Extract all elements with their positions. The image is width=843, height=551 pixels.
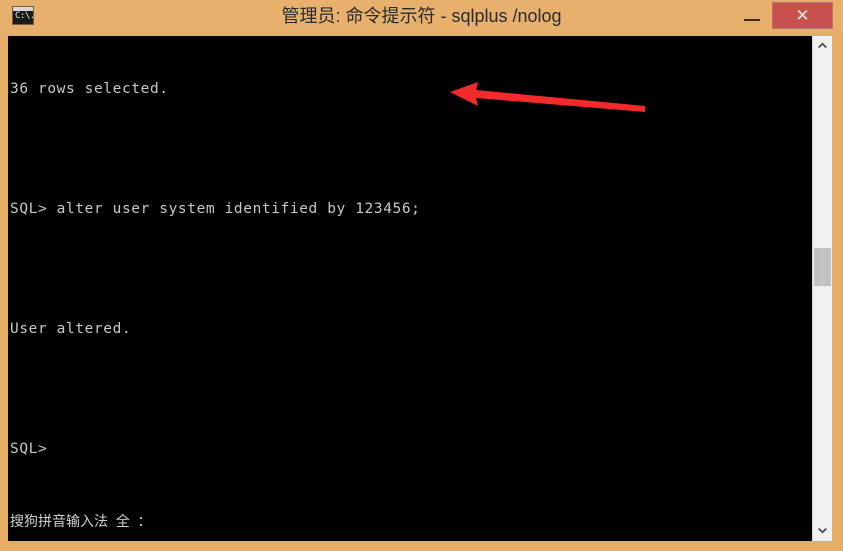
vertical-scrollbar[interactable] (812, 36, 832, 541)
red-pointer-arrow (450, 82, 645, 112)
terminal-text: 36 rows selected. SQL> alter user system… (10, 39, 421, 499)
scroll-down-chevron-icon[interactable] (813, 522, 832, 541)
terminal-line-prompt: SQL> (10, 441, 48, 457)
terminal-line-command: SQL> alter user system identified by 123… (10, 201, 421, 217)
icon-prompt-text: C:\. (15, 11, 34, 21)
minimize-icon (744, 19, 760, 21)
window-title: 管理员: 命令提示符 - sqlplus /nolog (281, 6, 562, 26)
scroll-up-chevron-icon[interactable] (813, 36, 832, 55)
close-button[interactable]: ✕ (772, 2, 833, 29)
terminal-output-area[interactable]: 36 rows selected. SQL> alter user system… (8, 36, 812, 541)
console-window: C:\. 管理员: 命令提示符 - sqlplus /nolog ✕ 36 ro… (0, 0, 843, 551)
console-window-icon[interactable]: C:\. (12, 6, 34, 25)
terminal-line: 36 rows selected. (10, 81, 169, 97)
terminal-line: User altered. (10, 321, 132, 337)
minimize-button[interactable] (735, 2, 771, 29)
thumb-grip-line (827, 248, 828, 286)
scrollbar-thumb[interactable] (814, 248, 831, 286)
ime-status-text: 搜狗拼音输入法 全 ： (10, 513, 152, 529)
close-icon: ✕ (795, 6, 810, 25)
thumb-grip-line (817, 248, 818, 286)
title-bar[interactable]: C:\. 管理员: 命令提示符 - sqlplus /nolog ✕ (0, 0, 843, 32)
